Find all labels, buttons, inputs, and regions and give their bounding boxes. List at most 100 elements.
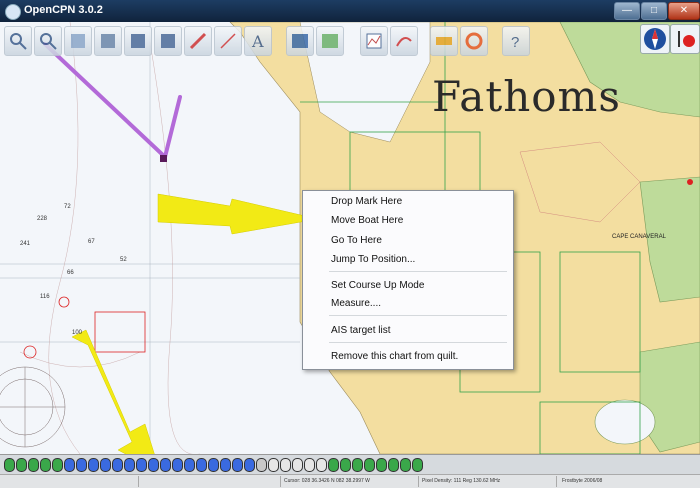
menu-separator bbox=[329, 315, 507, 316]
piano-key[interactable] bbox=[112, 458, 123, 472]
tides-button[interactable] bbox=[316, 26, 344, 56]
quilt-button[interactable] bbox=[286, 26, 314, 56]
chart-up-icon bbox=[161, 34, 175, 48]
scale-in-icon bbox=[71, 34, 85, 48]
fathoms-watermark: Fathoms bbox=[432, 72, 621, 121]
window-title: OpenCPN 3.0.2 bbox=[24, 4, 103, 16]
piano-key[interactable] bbox=[52, 458, 63, 472]
piano-key[interactable] bbox=[172, 458, 183, 472]
sounding: 52 bbox=[120, 257, 127, 263]
piano-key[interactable] bbox=[76, 458, 87, 472]
piano-key[interactable] bbox=[100, 458, 111, 472]
zoom-in-button[interactable] bbox=[4, 26, 32, 56]
help-icon: ? bbox=[511, 34, 519, 51]
minimize-button[interactable]: — bbox=[614, 2, 640, 20]
piano-key[interactable] bbox=[376, 458, 387, 472]
piano-key[interactable] bbox=[400, 458, 411, 472]
piano-key[interactable] bbox=[16, 458, 27, 472]
zoom-out-button[interactable] bbox=[34, 26, 62, 56]
chart-down-icon bbox=[131, 34, 145, 48]
piano-key[interactable] bbox=[340, 458, 351, 472]
waypoint-mark bbox=[160, 155, 167, 162]
piano-key[interactable] bbox=[196, 458, 207, 472]
compass-icon bbox=[644, 28, 666, 50]
text-icon: A bbox=[251, 32, 264, 51]
gps-status[interactable] bbox=[670, 24, 700, 54]
piano-key[interactable] bbox=[64, 458, 75, 472]
piano-key[interactable] bbox=[4, 458, 15, 472]
chart-down-button[interactable] bbox=[124, 26, 152, 56]
sounding: 116 bbox=[40, 294, 50, 300]
grid-lines bbox=[0, 22, 300, 454]
quilt-icon bbox=[292, 34, 308, 48]
route-button[interactable] bbox=[184, 26, 212, 56]
close-button[interactable]: ✕ bbox=[668, 2, 700, 20]
status-divider bbox=[556, 476, 557, 487]
chart-up-button[interactable] bbox=[154, 26, 182, 56]
zoom-out-icon bbox=[40, 33, 57, 50]
lifebuoy-icon bbox=[465, 32, 483, 50]
menu-item-drop-mark[interactable]: Drop Mark Here bbox=[331, 195, 402, 209]
maximize-icon: □ bbox=[650, 5, 658, 16]
piano-key[interactable] bbox=[40, 458, 51, 472]
compass-rose bbox=[0, 366, 66, 448]
print-button[interactable] bbox=[460, 26, 488, 56]
piano-key[interactable] bbox=[388, 458, 399, 472]
piano-key[interactable] bbox=[412, 458, 423, 472]
piano-key[interactable] bbox=[88, 458, 99, 472]
piano-key[interactable] bbox=[268, 458, 279, 472]
measure-icon bbox=[220, 33, 236, 49]
text-button[interactable]: A bbox=[244, 26, 272, 56]
tides-icon bbox=[322, 34, 338, 48]
status-divider bbox=[280, 476, 281, 487]
maximize-button[interactable]: □ bbox=[641, 2, 667, 20]
piano-key[interactable] bbox=[280, 458, 291, 472]
piano-key[interactable] bbox=[136, 458, 147, 472]
north-up-compass[interactable] bbox=[640, 24, 670, 54]
measure-button[interactable] bbox=[214, 26, 242, 56]
chart-piano-bar bbox=[0, 454, 700, 475]
menu-item-jump-to-position[interactable]: Jump To Position... bbox=[331, 253, 415, 267]
piano-key[interactable] bbox=[328, 458, 339, 472]
piano-key[interactable] bbox=[256, 458, 267, 472]
piano-key[interactable] bbox=[244, 458, 255, 472]
piano-key[interactable] bbox=[352, 458, 363, 472]
menu-item-remove-chart[interactable]: Remove this chart from quilt. bbox=[331, 350, 458, 364]
track-button[interactable] bbox=[390, 26, 418, 56]
piano-key[interactable] bbox=[28, 458, 39, 472]
track-icon bbox=[396, 36, 412, 47]
menu-item-measure[interactable]: Measure.... bbox=[331, 297, 381, 311]
route-icon bbox=[189, 32, 207, 50]
piano-key[interactable] bbox=[124, 458, 135, 472]
context-menu: Drop Mark Here Move Boat Here Go To Here… bbox=[302, 190, 514, 370]
arrow-annotation-1 bbox=[157, 193, 319, 235]
gps-icon bbox=[678, 31, 695, 47]
menu-item-go-to[interactable]: Go To Here bbox=[331, 234, 382, 248]
piano-key[interactable] bbox=[208, 458, 219, 472]
piano-key[interactable] bbox=[316, 458, 327, 472]
piano-key[interactable] bbox=[364, 458, 375, 472]
help-button[interactable]: ? bbox=[502, 26, 530, 56]
piano-key[interactable] bbox=[304, 458, 315, 472]
sounding: 72 bbox=[64, 204, 71, 210]
menu-item-ais-target-list[interactable]: AIS target list bbox=[331, 324, 390, 338]
scale-out-button[interactable] bbox=[94, 26, 122, 56]
piano-key[interactable] bbox=[148, 458, 159, 472]
menu-item-course-up[interactable]: Set Course Up Mode bbox=[331, 279, 424, 293]
chart-label-cape-canaveral: CAPE CANAVERAL bbox=[612, 234, 667, 240]
piano-key[interactable] bbox=[232, 458, 243, 472]
piano-key[interactable] bbox=[220, 458, 231, 472]
piano-key[interactable] bbox=[292, 458, 303, 472]
color-scheme-button[interactable] bbox=[430, 26, 458, 56]
status-bar: Cursor: 028 36.3426 N 082 38.2997 W Pixe… bbox=[0, 474, 700, 488]
svg-text:?: ? bbox=[511, 34, 519, 51]
menu-item-move-boat[interactable]: Move Boat Here bbox=[331, 214, 403, 228]
main-toolbar: A ? bbox=[4, 24, 532, 60]
title-bar: OpenCPN 3.0.2 — □ ✕ bbox=[0, 0, 700, 22]
route-manager-button[interactable] bbox=[360, 26, 388, 56]
piano-key[interactable] bbox=[160, 458, 171, 472]
piano-key[interactable] bbox=[184, 458, 195, 472]
scale-in-button[interactable] bbox=[64, 26, 92, 56]
scale-out-icon bbox=[101, 34, 115, 48]
status-edition: Frostbyte 2006/08 bbox=[562, 478, 603, 484]
